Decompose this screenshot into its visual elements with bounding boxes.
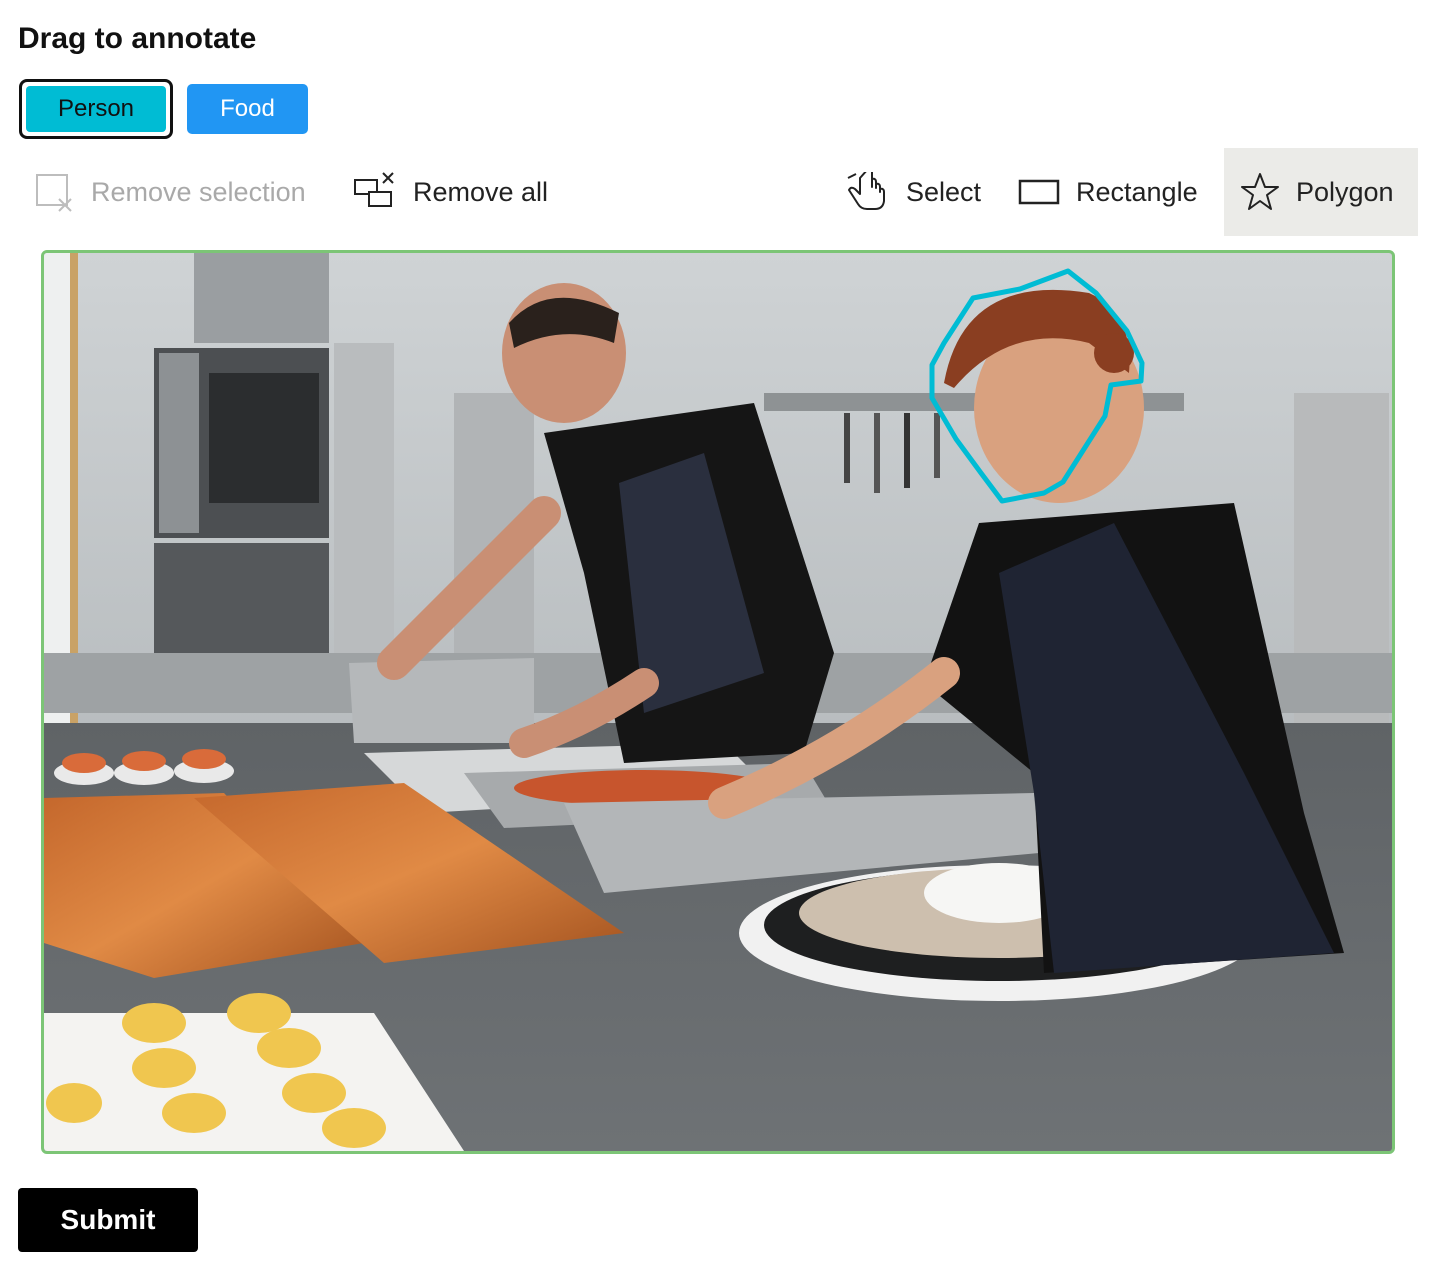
remove-all-icon — [353, 172, 397, 212]
rectangle-tool-button[interactable]: Rectangle — [1018, 148, 1198, 236]
remove-all-label: Remove all — [413, 176, 549, 207]
polygon-tool-button[interactable]: Polygon — [1224, 148, 1418, 236]
hand-pointer-icon — [846, 172, 890, 212]
submit-button[interactable]: Submit — [18, 1188, 198, 1252]
label-person-text: Person — [26, 86, 166, 132]
remove-selection-icon — [35, 172, 75, 212]
annotation-canvas[interactable] — [41, 250, 1395, 1154]
polygon-tool-label: Polygon — [1296, 176, 1394, 207]
label-person-button[interactable]: Person — [19, 79, 173, 139]
rectangle-icon — [1018, 177, 1060, 207]
rectangle-tool-label: Rectangle — [1076, 176, 1198, 207]
remove-selection-label: Remove selection — [91, 176, 306, 207]
page-title: Drag to annotate — [18, 22, 257, 55]
kitchen-photo — [44, 253, 1392, 1151]
label-food-button[interactable]: Food — [187, 84, 308, 134]
remove-selection-button[interactable]: Remove selection — [35, 148, 306, 236]
remove-all-button[interactable]: Remove all — [353, 148, 548, 236]
select-tool-button[interactable]: Select — [846, 148, 981, 236]
star-icon — [1240, 172, 1280, 212]
select-tool-label: Select — [906, 176, 982, 207]
